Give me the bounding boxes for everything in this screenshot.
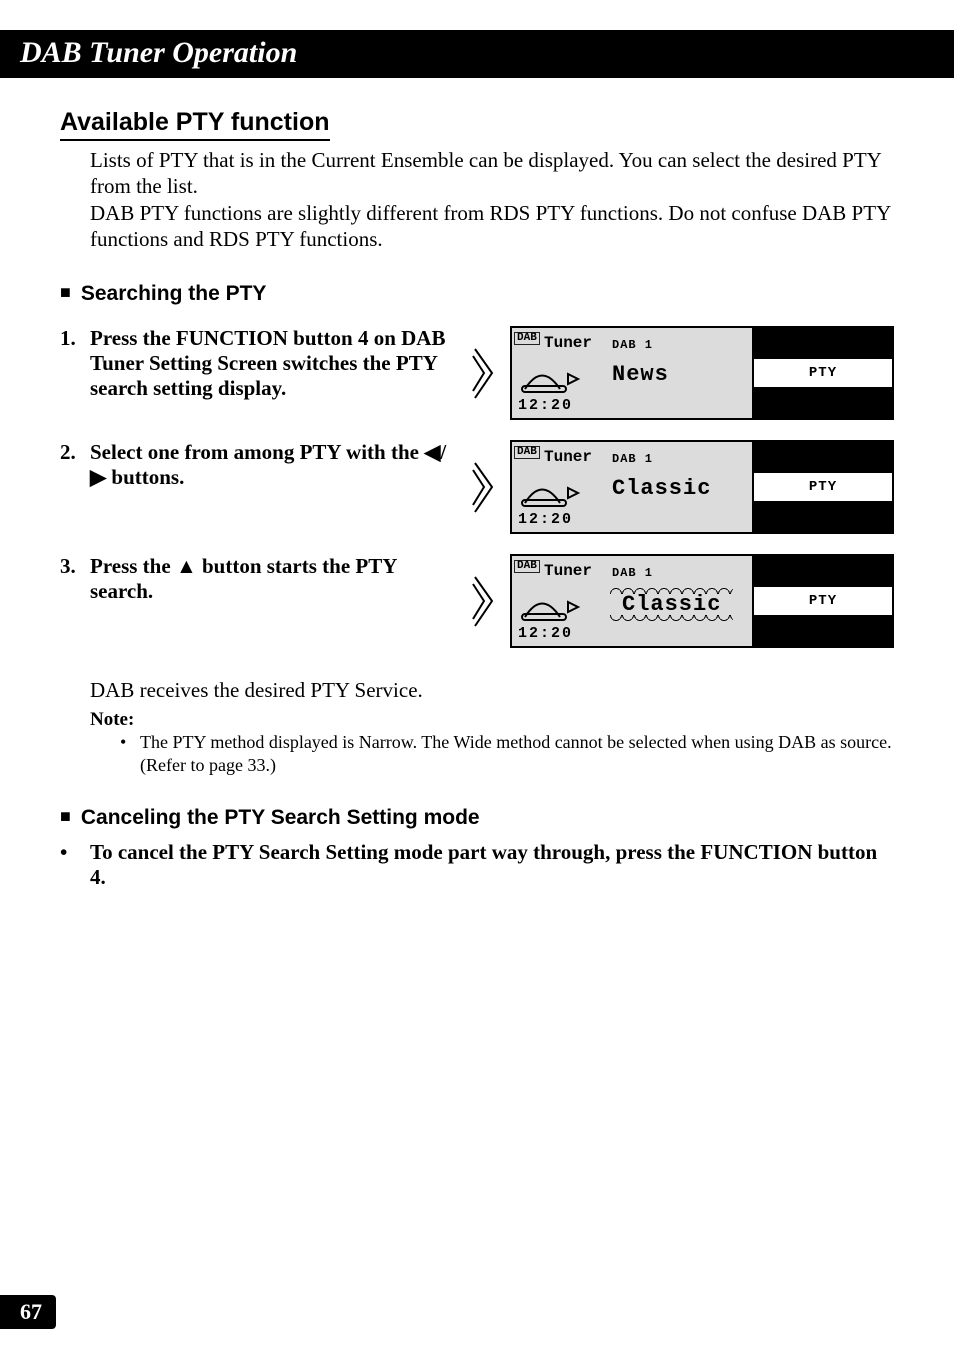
lcd-display-3: DAB Tuner DAB 1 Classic 12:20 PTY — [510, 554, 894, 648]
lcd-main-text-1: News — [612, 362, 669, 387]
lcd-illustration-3: DAB Tuner DAB 1 Classic 12:20 PTY — [470, 554, 894, 648]
lcd-right-panel-1: PTY — [752, 328, 892, 418]
lcd-pty-button-2: PTY — [754, 473, 892, 502]
cancel-step: • To cancel the PTY Search Setting mode … — [60, 840, 894, 890]
available-pty-section: Available PTY function Lists of PTY that… — [60, 108, 894, 252]
lcd-pty-button-3: PTY — [754, 587, 892, 616]
step-row-3: 3. Press the ▲ button starts the PTY sea… — [60, 554, 894, 648]
step-2-number: 2. — [60, 440, 90, 490]
square-bullet-icon: ■ — [60, 806, 71, 826]
lcd-tuner-label: Tuner — [544, 562, 592, 580]
lcd-dab-logo-icon — [520, 478, 590, 508]
step-3-number: 3. — [60, 554, 90, 604]
receives-line: DAB receives the desired PTY Service. — [90, 678, 894, 703]
step-1-number: 1. — [60, 326, 90, 401]
lcd-illustration-2: DAB Tuner DAB 1 Classic 12:20 PTY — [470, 440, 894, 534]
note-text: The PTY method displayed is Narrow. The … — [140, 731, 894, 776]
lcd-band-label: DAB 1 — [612, 452, 653, 466]
lcd-illustration-1: DAB Tuner DAB 1 News 12:20 PTY — [470, 326, 894, 420]
note-body: • The PTY method displayed is Narrow. Th… — [120, 731, 894, 776]
step-1-body: Press the FUNCTION button 4 on DAB Tuner… — [90, 326, 450, 401]
chapter-title: DAB Tuner Operation — [20, 36, 297, 69]
lcd-right-panel-3: PTY — [752, 556, 892, 646]
bullet-dot: • — [120, 731, 140, 776]
up-triangle-icon: ▲ — [176, 554, 197, 578]
step-3-text: 3. Press the ▲ button starts the PTY sea… — [60, 554, 450, 604]
step-row-2: 2. Select one from among PTY with the ◀/… — [60, 440, 894, 534]
lcd-tuner-label: Tuner — [544, 334, 592, 352]
lcd-main-text-2: Classic — [612, 476, 711, 501]
chapter-title-bar: DAB Tuner Operation — [0, 30, 954, 78]
lcd-time-1: 12:20 — [518, 397, 573, 414]
lcd-dab-badge: DAB — [514, 446, 540, 459]
lcd-time-3: 12:20 — [518, 625, 573, 642]
intro-paragraph-2: DAB PTY functions are slightly different… — [90, 200, 894, 253]
cancel-bullet: • — [60, 840, 90, 890]
lcd-tuner-label: Tuner — [544, 448, 592, 466]
step-3-body: Press the ▲ button starts the PTY search… — [90, 554, 450, 604]
searching-pty-heading: ■Searching the PTY — [60, 282, 894, 306]
lcd-dab-logo-icon — [520, 364, 590, 394]
canceling-heading: ■Canceling the PTY Search Setting mode — [60, 806, 894, 830]
step-2-body: Select one from among PTY with the ◀/▶ b… — [90, 440, 450, 490]
pointer-arrow-icon — [470, 346, 500, 401]
manual-page: DAB Tuner Operation Available PTY functi… — [0, 0, 954, 1355]
lcd-pty-button-1: PTY — [754, 359, 892, 388]
lcd-right-panel-2: PTY — [752, 442, 892, 532]
right-triangle-icon: ▶ — [90, 465, 106, 489]
step-1-text: 1. Press the FUNCTION button 4 on DAB Tu… — [60, 326, 450, 401]
lcd-main-wavy-highlight: Classic — [612, 590, 731, 619]
pointer-arrow-icon — [470, 460, 500, 515]
lcd-band-label: DAB 1 — [612, 338, 653, 352]
pointer-arrow-icon — [470, 574, 500, 629]
left-triangle-icon: ◀ — [424, 440, 440, 464]
lcd-time-2: 12:20 — [518, 511, 573, 528]
intro-paragraph-1: Lists of PTY that is in the Current Ense… — [90, 147, 894, 200]
step-row-1: 1. Press the FUNCTION button 4 on DAB Tu… — [60, 326, 894, 420]
lcd-dab-logo-icon — [520, 592, 590, 622]
page-number: 67 — [0, 1295, 56, 1329]
lcd-band-label: DAB 1 — [612, 566, 653, 580]
lcd-display-1: DAB Tuner DAB 1 News 12:20 PTY — [510, 326, 894, 420]
lcd-display-2: DAB Tuner DAB 1 Classic 12:20 PTY — [510, 440, 894, 534]
lcd-main-text-3: Classic — [612, 590, 731, 619]
cancel-step-text: To cancel the PTY Search Setting mode pa… — [90, 840, 894, 890]
lcd-dab-badge: DAB — [514, 332, 540, 345]
square-bullet-icon: ■ — [60, 282, 71, 302]
lcd-dab-badge: DAB — [514, 560, 540, 573]
step-2-text: 2. Select one from among PTY with the ◀/… — [60, 440, 450, 490]
note-label: Note: — [90, 709, 894, 731]
section-heading: Available PTY function — [60, 108, 330, 141]
